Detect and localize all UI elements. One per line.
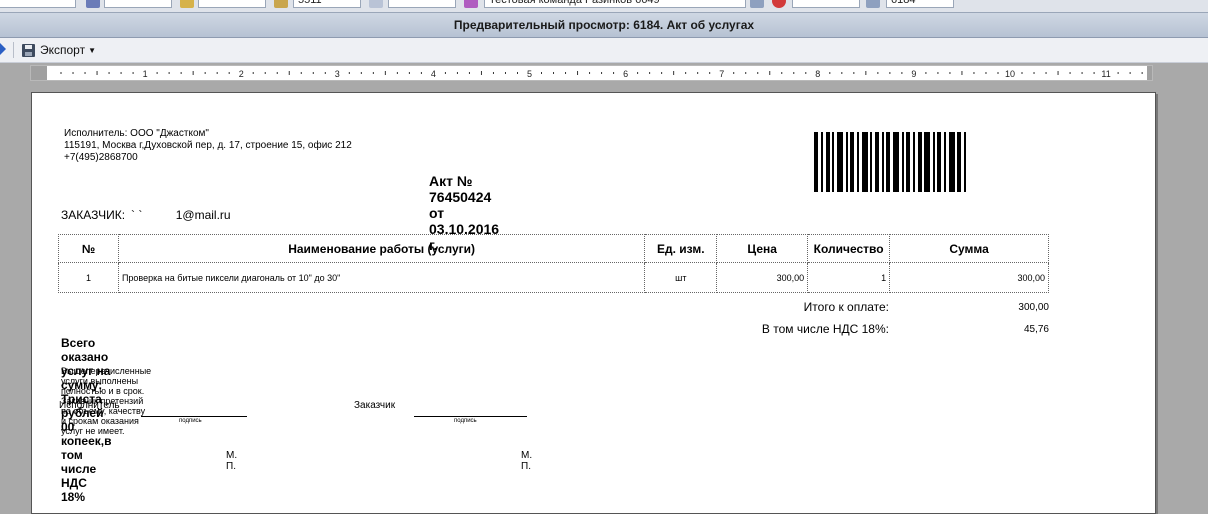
ruler-number: 10: [1005, 69, 1015, 79]
top-field-blank-1[interactable]: [0, 0, 76, 8]
top-field-blank-4[interactable]: [388, 0, 456, 8]
preview-toolbar: Экспорт ▼: [0, 38, 1208, 63]
ruler-number: 2: [239, 69, 244, 79]
document-page: Исполнитель: ООО "Джастком" 115191, Моск…: [31, 92, 1156, 514]
executor-signature-line: [141, 416, 247, 417]
ruler-number: 4: [431, 69, 436, 79]
customer-line: ЗАКАЗЧИК: ` ` 1@mail.ru: [61, 208, 231, 222]
ruler-number: 9: [911, 69, 916, 79]
customer-label: ЗАКАЗЧИК:: [61, 208, 126, 222]
ruler-number: 8: [815, 69, 820, 79]
services-table: № Наименование работы (услуги) Ед. изм. …: [58, 234, 1049, 293]
floppy-disk-icon: [22, 43, 35, 57]
total-label: Итого к оплате:: [803, 300, 889, 314]
window-title: Предварительный просмотр: 6184. Акт об у…: [0, 13, 1208, 38]
total-value: 300,00: [1018, 302, 1049, 313]
customer-signature-caption: подпись: [454, 418, 477, 424]
top-toolbar-strip: 5511 Тестовая команда Разинков 6649 6184: [0, 0, 1208, 13]
col-header-price: Цена: [716, 234, 809, 263]
customer-signature-label: Заказчик: [354, 400, 396, 411]
top-field-blank-2[interactable]: [104, 0, 172, 8]
ruler-number: 6: [623, 69, 628, 79]
ruler-margin-right: [1147, 66, 1152, 80]
ruler-number: 1: [143, 69, 148, 79]
customer-signature-line: [414, 416, 527, 417]
customer-email: ` ` 1@mail.ru: [131, 208, 231, 222]
document-icon[interactable]: [369, 0, 383, 8]
col-header-unit: Ед. изм.: [644, 234, 718, 263]
row-num: 1: [58, 262, 119, 293]
export-label: Экспорт: [40, 43, 86, 57]
top-field-1[interactable]: 5511: [293, 0, 361, 8]
ruler-number: 7: [719, 69, 724, 79]
table-header-row: № Наименование работы (услуги) Ед. изм. …: [58, 234, 1049, 263]
horizontal-ruler: 1 2 3 4 5 6 7 8 9 10 11: [30, 65, 1153, 81]
vat-label: В том числе НДС 18%:: [761, 322, 889, 336]
ruler-margin-left: [31, 66, 47, 80]
barcode: [814, 132, 1022, 192]
col-header-sum: Сумма: [889, 234, 1049, 263]
col-header-name: Наименование работы (услуги): [117, 234, 646, 263]
arrow-icon[interactable]: [0, 43, 6, 55]
table-icon[interactable]: [750, 0, 764, 8]
vat-value: 45,76: [1023, 324, 1049, 335]
ruler-ticks: 1 2 3 4 5 6 7 8 9 10 11: [31, 66, 1152, 80]
hand-icon[interactable]: [274, 0, 288, 8]
top-field-2[interactable]: Тестовая команда Разинков 6649: [484, 0, 746, 8]
executor-signature-caption: подпись: [179, 418, 202, 424]
chevron-down-icon: ▼: [88, 45, 97, 55]
box-icon[interactable]: [180, 0, 194, 8]
top-field-blank-3[interactable]: [198, 0, 266, 8]
ruler-number: 3: [335, 69, 340, 79]
row-price: 300,00: [716, 262, 809, 293]
row-unit: шт: [644, 262, 718, 293]
row-sum: 300,00: [889, 262, 1049, 293]
col-header-qty: Количество: [807, 234, 891, 263]
ruler-number: 11: [1101, 69, 1110, 79]
flask-icon[interactable]: [464, 0, 478, 8]
toolbar-separator: [13, 42, 14, 58]
table-row: 1 Проверка на битые пиксели диагональ от…: [58, 262, 1049, 293]
users-icon[interactable]: [86, 0, 100, 8]
stop-icon[interactable]: [772, 0, 786, 8]
customer-stamp-label: М. П.: [521, 450, 533, 472]
col-header-num: №: [58, 234, 119, 263]
top-field-blank-5[interactable]: [792, 0, 860, 8]
grid-icon[interactable]: [866, 0, 880, 8]
row-qty: 1: [807, 262, 891, 293]
ruler-number: 5: [527, 69, 532, 79]
row-service-name: Проверка на битые пиксели диагональ от 1…: [117, 262, 646, 293]
executor-stamp-label: М. П.: [226, 450, 238, 472]
barcode-gap: [966, 132, 969, 192]
top-field-3[interactable]: 6184: [886, 0, 954, 8]
export-button[interactable]: Экспорт ▼: [22, 41, 96, 59]
executor-info: Исполнитель: ООО "Джастком" 115191, Моск…: [64, 128, 352, 163]
executor-signature-label: Исполнитель: [59, 400, 120, 411]
